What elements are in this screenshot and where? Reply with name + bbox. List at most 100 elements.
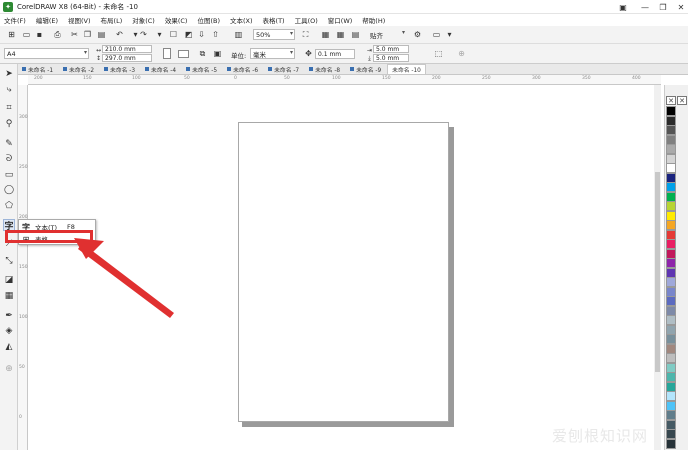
print-icon[interactable]: ⎙	[52, 29, 63, 40]
color-swatch[interactable]	[666, 115, 676, 126]
landscape-icon[interactable]	[178, 50, 189, 58]
menu-view[interactable]: 视图(V)	[68, 15, 91, 25]
tab-doc-9[interactable]: 未命名 -9	[346, 64, 385, 74]
nudge-distance-field[interactable]: 0.1 mm	[315, 49, 355, 59]
launch-icon[interactable]: ▭	[431, 29, 442, 40]
color-swatch[interactable]	[666, 201, 676, 211]
color-swatch[interactable]	[666, 153, 676, 164]
color-swatch[interactable]	[666, 315, 676, 325]
color-swatch[interactable]	[666, 296, 676, 306]
color-swatch[interactable]	[666, 144, 676, 154]
color-swatch[interactable]	[666, 334, 676, 344]
shape-tool-icon[interactable]: ⤷	[3, 84, 15, 96]
color-swatch[interactable]	[666, 286, 676, 297]
page-width-field[interactable]: 210.0 mm	[102, 45, 152, 53]
color-swatch[interactable]	[666, 210, 676, 221]
all-pages-icon[interactable]: ⧉	[197, 48, 208, 59]
page-size-combo[interactable]: A4 ▾	[4, 48, 89, 59]
color-swatch[interactable]	[666, 277, 676, 287]
new-document-icon[interactable]: ⊞	[6, 29, 17, 40]
rectangle-tool-icon[interactable]: ▭	[3, 169, 15, 181]
color-swatch[interactable]	[666, 229, 676, 240]
menu-object[interactable]: 对象(C)	[132, 15, 155, 25]
color-swatch[interactable]	[666, 429, 676, 439]
search-content-icon[interactable]: ☐	[168, 29, 179, 40]
menu-window[interactable]: 窗口(W)	[328, 15, 353, 25]
color-swatch[interactable]	[666, 391, 676, 401]
guidelines-icon[interactable]: ▤	[350, 29, 361, 40]
options-gear-icon[interactable]: ⚙	[412, 29, 423, 40]
publish-pdf-icon[interactable]: ⇧	[210, 29, 221, 40]
interactive-fill-tool-icon[interactable]: ◈	[3, 325, 15, 337]
zoom-tool-icon[interactable]: ⚲	[3, 118, 15, 130]
zoom-level-combo[interactable]: 50% ▾	[253, 29, 295, 40]
color-swatch[interactable]	[666, 182, 676, 192]
color-swatch[interactable]	[666, 305, 676, 316]
color-swatch[interactable]	[666, 353, 676, 363]
tab-doc-3[interactable]: 未命名 -3	[100, 64, 139, 74]
tab-doc-5[interactable]: 未命名 -5	[182, 64, 221, 74]
paste-icon[interactable]: ▤	[96, 29, 107, 40]
close-button[interactable]: ✕	[670, 0, 688, 14]
duplicate-x-field[interactable]: 5.0 mm	[373, 45, 409, 53]
menu-file[interactable]: 文件(F)	[4, 15, 26, 25]
menu-tools[interactable]: 工具(O)	[295, 15, 318, 25]
color-swatch[interactable]	[666, 172, 676, 183]
duplicate-y-field[interactable]: 5.0 mm	[373, 54, 409, 62]
color-swatch[interactable]	[666, 343, 676, 354]
cut-icon[interactable]: ✂	[69, 29, 80, 40]
tab-doc-4[interactable]: 未命名 -4	[141, 64, 180, 74]
units-combo[interactable]: 毫米 ▾	[250, 48, 295, 59]
open-icon[interactable]: ▭	[21, 29, 32, 40]
menu-edit[interactable]: 编辑(E)	[36, 15, 58, 25]
current-page-icon[interactable]: ▣	[212, 48, 223, 59]
snap-to-dropdown[interactable]: 贴齐 ▾	[368, 29, 406, 40]
vertical-ruler[interactable]: 300 250 200 150 100 50 0	[18, 85, 28, 450]
launch-dropdown-icon[interactable]: ▾	[444, 29, 455, 40]
menu-help[interactable]: 帮助(H)	[362, 15, 385, 25]
color-swatch[interactable]	[666, 163, 676, 173]
treat-as-filled-icon[interactable]: ⬚	[433, 48, 444, 59]
artistic-media-tool-icon[interactable]: ᘐ	[3, 153, 15, 165]
color-swatch[interactable]	[666, 267, 676, 278]
page-height-field[interactable]: 297.0 mm	[102, 54, 152, 62]
connector-tool-icon[interactable]: ⤡	[3, 255, 15, 267]
color-swatch[interactable]	[666, 134, 676, 145]
color-swatch[interactable]	[666, 239, 676, 249]
color-swatch[interactable]	[666, 362, 676, 373]
color-swatch[interactable]	[666, 381, 676, 392]
export-icon[interactable]: ⇩	[196, 29, 207, 40]
menu-effects[interactable]: 效果(C)	[165, 15, 188, 25]
color-swatch[interactable]	[666, 220, 676, 230]
polygon-tool-icon[interactable]: ⬠	[3, 200, 15, 212]
smart-fill-tool-icon[interactable]: ◭	[3, 341, 15, 353]
color-swatch[interactable]	[666, 258, 676, 268]
quick-customize-icon[interactable]: ⊕	[456, 48, 467, 59]
document-page[interactable]	[238, 122, 449, 422]
eyedropper-tool-icon[interactable]: ✒	[3, 310, 15, 322]
grid-icon[interactable]: ▦	[335, 29, 346, 40]
rulers-icon[interactable]: ▦	[320, 29, 331, 40]
save-icon[interactable]: ▪	[34, 29, 45, 40]
menu-table[interactable]: 表格(T)	[263, 15, 285, 25]
app-launcher-icon[interactable]: ▥	[233, 29, 244, 40]
redo-dropdown-icon[interactable]: ▾	[154, 29, 165, 40]
color-swatch[interactable]	[666, 372, 676, 382]
menu-layout[interactable]: 布局(L)	[101, 15, 123, 25]
crop-tool-icon[interactable]: ⌗	[3, 102, 15, 114]
color-swatch[interactable]	[666, 410, 676, 420]
undo-icon[interactable]: ↶	[114, 29, 125, 40]
color-swatch[interactable]	[666, 400, 676, 411]
import-icon[interactable]: ◩	[183, 29, 194, 40]
full-screen-icon[interactable]: ⛶	[300, 29, 311, 40]
menu-bitmaps[interactable]: 位图(B)	[197, 15, 220, 25]
color-swatch[interactable]	[666, 191, 676, 202]
scrollbar-thumb[interactable]	[655, 172, 660, 372]
drop-shadow-tool-icon[interactable]: ◪	[3, 274, 15, 286]
tab-doc-10[interactable]: 未命名 -10	[387, 64, 426, 74]
copy-icon[interactable]: ❐	[82, 29, 93, 40]
color-swatch[interactable]	[666, 438, 676, 449]
transparency-tool-icon[interactable]: ▦	[3, 290, 15, 302]
color-swatch[interactable]	[666, 248, 676, 259]
tab-doc-7[interactable]: 未命名 -7	[264, 64, 303, 74]
